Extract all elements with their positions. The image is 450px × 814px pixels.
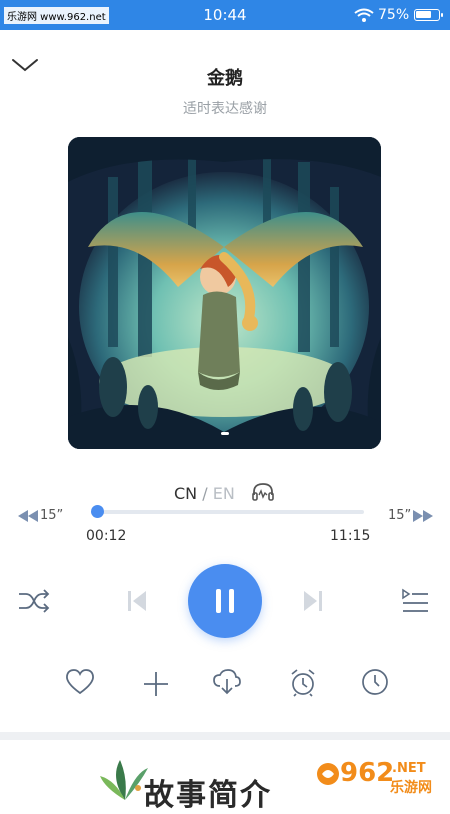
pause-button[interactable] (188, 564, 262, 638)
pagination-dot (220, 432, 229, 435)
intro-title: 故事简介 (144, 778, 272, 813)
shuffle-icon[interactable] (17, 588, 51, 614)
rewind-label: 15” (40, 508, 64, 523)
logo-net: .NET (392, 761, 426, 776)
battery-tip (441, 13, 443, 17)
download-icon[interactable] (212, 668, 242, 696)
playlist-icon[interactable] (400, 587, 430, 615)
section-divider (0, 732, 450, 740)
story-subtitle: 适时表达感谢 (183, 101, 267, 117)
progress-thumb[interactable] (90, 505, 104, 518)
logo-number: 962 (340, 758, 394, 788)
battery-percent: 75% (378, 7, 410, 23)
status-bar: 乐游网 www.962.net 10:44 75% (0, 0, 450, 30)
leaf-decoration-icon (100, 760, 148, 800)
progress-slider[interactable] (90, 505, 364, 518)
language-toggle[interactable]: CN / EN (174, 484, 235, 503)
cover-illustration (68, 137, 381, 449)
lang-en[interactable]: EN (213, 484, 235, 503)
clock-icon[interactable] (361, 668, 389, 696)
heart-icon[interactable] (64, 668, 96, 696)
forward-15-button[interactable]: 15” (388, 508, 434, 523)
forward-label: 15” (388, 508, 412, 523)
add-icon[interactable] (142, 670, 170, 698)
alarm-clock-icon[interactable] (288, 668, 318, 698)
current-time: 00:12 (86, 528, 127, 544)
pause-icon (229, 589, 234, 613)
battery-fill (416, 11, 431, 18)
headphone-icon[interactable] (251, 481, 275, 503)
rewind-icon (18, 509, 38, 522)
962-logo: 962 .NET 乐游网 (317, 758, 432, 796)
cover-art (68, 137, 381, 449)
pagination-dots (68, 420, 381, 439)
pause-icon (216, 589, 221, 613)
previous-track-icon[interactable] (124, 588, 150, 614)
logo-cn: 乐游网 (390, 779, 432, 796)
wifi-icon (354, 8, 374, 22)
battery-icon (414, 9, 440, 21)
lang-separator: / (202, 484, 208, 503)
story-title: 金鹅 (207, 68, 243, 89)
fast-forward-icon (413, 509, 434, 522)
duration-time: 11:15 (330, 528, 371, 544)
lang-cn[interactable]: CN (174, 484, 197, 503)
rewind-15-button[interactable]: 15” (18, 508, 63, 523)
next-track-icon[interactable] (300, 588, 326, 614)
